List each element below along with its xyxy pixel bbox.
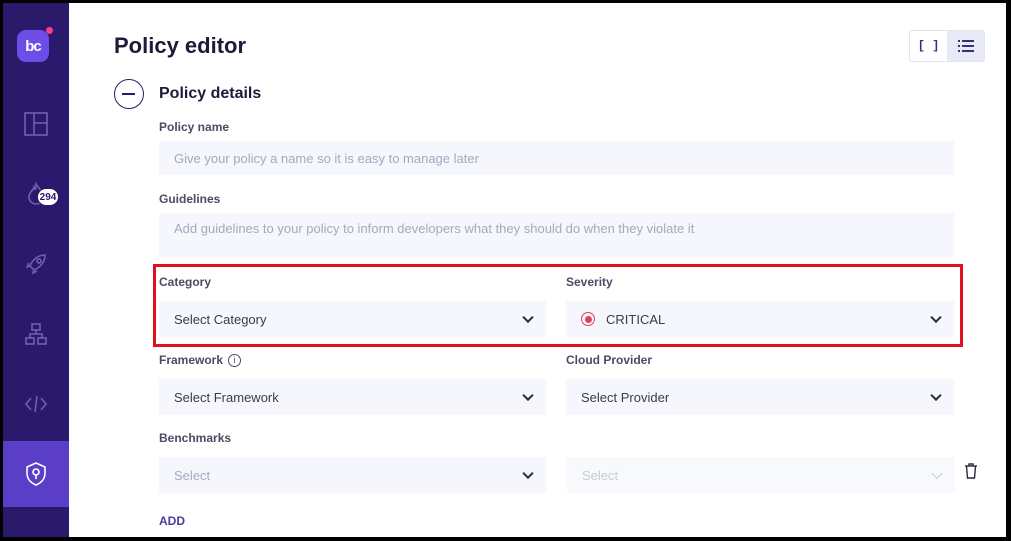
cloud-provider-select[interactable]: Select Provider xyxy=(566,379,954,415)
policy-name-placeholder: Give your policy a name so it is easy to… xyxy=(174,150,479,166)
hierarchy-icon xyxy=(25,323,47,345)
code-icon xyxy=(24,395,48,413)
benchmarks-label-text: Benchmarks xyxy=(159,431,232,445)
sidebar-item-deploy[interactable] xyxy=(3,231,69,297)
policy-name-label-text: Policy name xyxy=(159,120,230,134)
incidents-count-badge: 294 xyxy=(37,188,59,206)
brand-logo[interactable]: bc xyxy=(17,27,53,62)
expand-view-button[interactable]: [ ] xyxy=(910,31,947,61)
sidebar-item-code[interactable] xyxy=(3,371,69,437)
chevron-down-icon xyxy=(931,467,943,480)
benchmark-select-value: Select xyxy=(174,467,211,483)
guidelines-label-text: Guidelines xyxy=(159,192,221,206)
chevron-down-icon xyxy=(522,467,534,480)
add-benchmark-button[interactable]: ADD xyxy=(159,514,185,528)
cloud-provider-label: Cloud Provider xyxy=(566,353,652,367)
sidebar-item-dashboard[interactable] xyxy=(3,91,69,157)
sidebar-item-resources[interactable] xyxy=(3,301,69,367)
policy-name-label: Policy name xyxy=(159,120,229,134)
logo-text: bc xyxy=(25,37,41,55)
benchmark-version-select: Select xyxy=(567,457,955,493)
sidebar-item-policies[interactable] xyxy=(3,441,69,507)
section-title: Policy details xyxy=(159,85,262,102)
page-title: Policy editor xyxy=(114,33,247,58)
policy-name-input[interactable]: Give your policy a name so it is easy to… xyxy=(159,141,954,175)
framework-select[interactable]: Select Framework xyxy=(159,379,546,415)
trash-icon xyxy=(965,463,977,479)
brackets-icon: [ ] xyxy=(917,39,940,53)
info-icon[interactable]: i xyxy=(228,353,242,367)
guidelines-placeholder: Add guidelines to your policy to inform … xyxy=(174,221,695,236)
sidebar: bc 294 xyxy=(3,3,69,537)
shield-icon xyxy=(26,462,46,486)
view-toggle: [ ] xyxy=(909,30,985,62)
annotation-highlight-box xyxy=(153,264,963,347)
list-view-button[interactable] xyxy=(947,31,984,61)
benchmark-select[interactable]: Select xyxy=(159,457,546,493)
dashboard-icon xyxy=(24,112,48,136)
list-icon xyxy=(957,40,974,52)
app-window: bc 294 Policy editor [] Policy details … xyxy=(3,3,1006,537)
sidebar-item-incidents[interactable]: 294 xyxy=(3,161,69,227)
logo-dot xyxy=(46,27,53,34)
chevron-down-icon xyxy=(522,389,534,402)
cloud-provider-value: Select Provider xyxy=(581,389,670,405)
framework-value: Select Framework xyxy=(174,389,279,405)
framework-label-text: Framework xyxy=(159,353,224,367)
guidelines-textarea[interactable]: Add guidelines to your policy to inform … xyxy=(159,213,954,257)
delete-benchmark-button[interactable] xyxy=(964,463,978,484)
framework-label: Framework i xyxy=(159,353,242,367)
rocket-icon xyxy=(25,254,46,275)
benchmark-version-value: Select xyxy=(582,467,619,483)
chevron-down-icon xyxy=(930,389,942,402)
guidelines-label: Guidelines xyxy=(159,192,220,206)
benchmarks-label: Benchmarks xyxy=(159,431,231,445)
collapse-section-icon[interactable] xyxy=(114,79,144,109)
cloud-provider-label-text: Cloud Provider xyxy=(566,353,653,367)
